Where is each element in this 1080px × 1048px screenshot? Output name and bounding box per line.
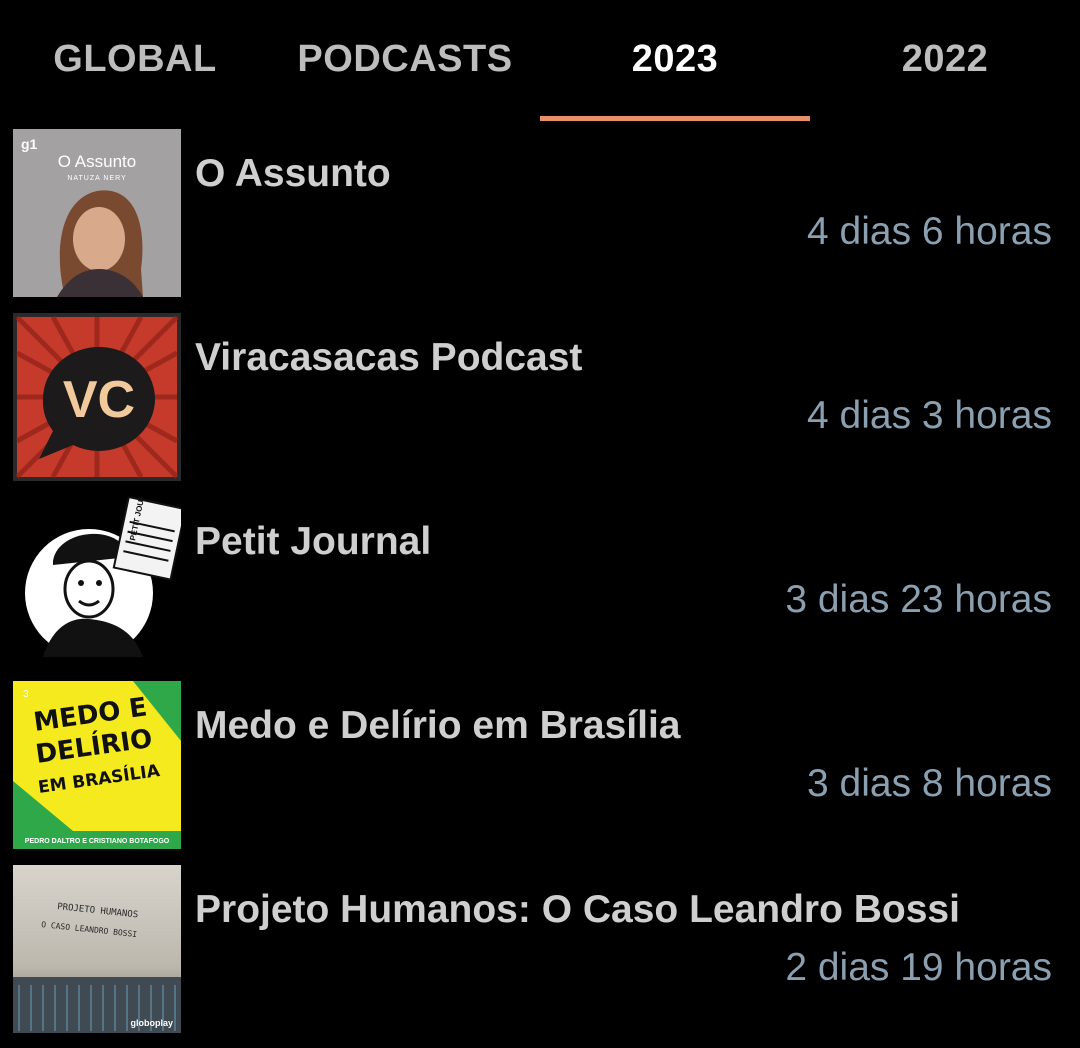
svg-text:3: 3 <box>23 689 29 700</box>
cover-brand: globoplay <box>131 1018 174 1028</box>
tab-2023[interactable]: 2023 <box>540 0 810 122</box>
podcast-cover: PETIT JOURNAL <box>13 497 181 665</box>
tab-podcasts[interactable]: PODCASTS <box>270 0 540 122</box>
podcast-title: Projeto Humanos: O Caso Leandro Bossi <box>195 888 960 931</box>
list-item[interactable]: PETIT JOURNAL Petit Journal 3 dias 23 ho… <box>0 496 1080 680</box>
podcast-cover: g1 O Assunto NATUZA NERY <box>13 129 181 297</box>
list-item[interactable]: VC Viracasacas Podcast 4 dias 3 horas <box>0 312 1080 496</box>
tab-bar: GLOBAL PODCASTS 2023 2022 <box>0 0 1080 122</box>
list-item[interactable]: 3 MEDO E DELÍRIO EM BRASÍLIA PEDRO DALTR… <box>0 680 1080 864</box>
listening-duration: 2 dias 19 horas <box>785 946 1052 989</box>
cover-host: NATUZA NERY <box>67 175 126 182</box>
active-tab-indicator <box>540 116 810 121</box>
podcast-title: Medo e Delírio em Brasília <box>195 704 681 747</box>
cover-brand: g1 <box>21 136 38 152</box>
podcast-title: O Assunto <box>195 152 391 195</box>
podcast-cover: VC <box>13 313 181 481</box>
listening-duration: 3 dias 8 horas <box>807 762 1052 805</box>
cover-credits: PEDRO DALTRO E CRISTIANO BOTAFOGO <box>25 838 170 845</box>
podcast-title: Viracasacas Podcast <box>195 336 583 379</box>
podcast-cover: 3 MEDO E DELÍRIO EM BRASÍLIA PEDRO DALTR… <box>13 681 181 849</box>
list-item[interactable]: PROJETO HUMANOS O CASO LEANDRO BOSSI glo… <box>0 864 1080 1048</box>
cover-title: O Assunto <box>58 152 136 171</box>
list-item[interactable]: g1 O Assunto NATUZA NERY O Assunto 4 dia… <box>0 128 1080 312</box>
tab-global[interactable]: GLOBAL <box>0 0 270 122</box>
listening-duration: 3 dias 23 horas <box>785 578 1052 621</box>
podcast-title: Petit Journal <box>195 520 432 563</box>
podcast-list: g1 O Assunto NATUZA NERY O Assunto 4 dia… <box>0 128 1080 1048</box>
listening-duration: 4 dias 3 horas <box>807 394 1052 437</box>
cover-logo: VC <box>63 371 135 429</box>
listening-duration: 4 dias 6 horas <box>807 210 1052 253</box>
podcast-cover: PROJETO HUMANOS O CASO LEANDRO BOSSI glo… <box>13 865 181 1033</box>
tab-2022[interactable]: 2022 <box>810 0 1080 122</box>
